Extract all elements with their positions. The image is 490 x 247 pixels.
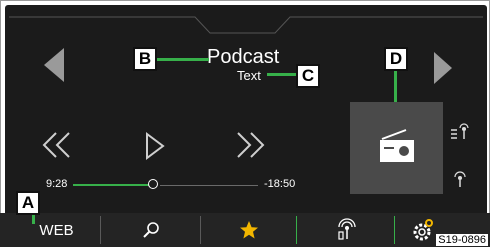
settings-icon [413,219,433,241]
station-subtitle: Text [237,68,261,83]
callout-b-line [157,58,209,61]
fast-forward-icon[interactable] [235,131,267,159]
web-button[interactable]: WEB [14,213,99,247]
signal-icon [337,218,356,240]
screen-top-border [9,16,483,34]
search-button[interactable] [101,213,200,247]
station-title: Podcast [207,46,280,68]
radio-icon [380,129,414,162]
prev-arrow-icon[interactable] [42,47,66,83]
antenna-icon[interactable] [452,170,468,188]
rewind-icon[interactable] [40,131,72,159]
star-icon [239,221,258,239]
callout-c-line [267,73,297,76]
callout-c: C [296,64,320,88]
remaining-time: -18:50 [264,178,296,190]
elapsed-time: 9:28 [46,178,68,190]
next-arrow-icon[interactable] [432,51,454,85]
favorites-button[interactable] [201,213,296,247]
callout-d: D [384,47,408,71]
callout-b: B [133,47,157,71]
figure-code: S19-0896 [436,234,488,246]
list-icon[interactable] [450,122,470,142]
callout-d-line [394,70,397,102]
signal-button[interactable] [297,213,394,247]
progress-handle[interactable] [148,179,158,189]
play-icon[interactable] [145,132,165,160]
progress-played [73,184,153,186]
search-icon [142,222,159,238]
menu-separator-active [394,216,395,244]
station-logo-tile[interactable] [350,102,443,194]
progress-remaining-track [160,185,258,186]
callout-a: A [16,191,40,215]
web-button-label: WEB [39,221,74,239]
